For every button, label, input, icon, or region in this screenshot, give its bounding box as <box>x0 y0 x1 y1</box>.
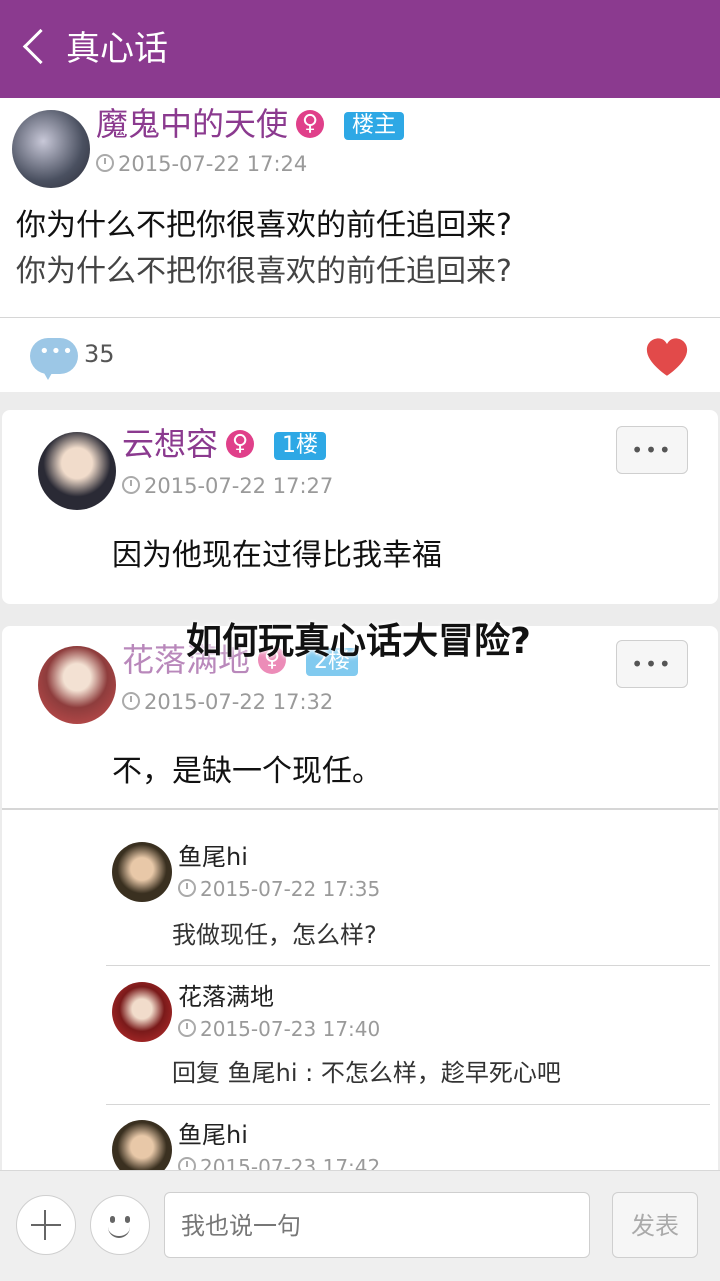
plus-icon-bar <box>31 1224 61 1226</box>
clock-icon <box>122 476 140 494</box>
reply-content: 因为他现在过得比我幸福 <box>112 538 442 573</box>
more-button[interactable]: ••• <box>616 640 688 688</box>
smiley-icon-mouth <box>108 1226 130 1238</box>
post-author[interactable]: 魔鬼中的天使 <box>96 104 288 144</box>
divider <box>106 965 710 966</box>
avatar[interactable] <box>38 432 116 510</box>
avatar[interactable] <box>112 842 172 902</box>
clock-icon <box>178 879 196 897</box>
comment-input[interactable]: 我也说一句 <box>164 1192 590 1258</box>
overlay-title: 如何玩真心话大冒险? <box>186 621 531 662</box>
reply-card: 云想容 ♀ 1楼 2015-07-22 17:27 ••• 因为他现在过得比我幸… <box>2 410 718 604</box>
post-line-1: 你为什么不把你很喜欢的前任追回来? <box>16 208 512 243</box>
floor-badge: 1楼 <box>274 432 326 460</box>
back-arrow-icon[interactable] <box>22 28 59 65</box>
reply-author[interactable]: 云想容 <box>122 424 218 464</box>
reply-content: 不，是缺一个现任。 <box>112 754 382 789</box>
sub-reply-author[interactable]: 鱼尾hi <box>178 1120 248 1150</box>
comment-icon-tail <box>40 366 56 380</box>
avatar[interactable] <box>112 982 172 1042</box>
sub-reply-author[interactable]: 花落满地 <box>178 982 274 1012</box>
avatar[interactable] <box>12 110 90 188</box>
sub-reply-content: 回复 鱼尾hi : 不怎么样，趁早死心吧 <box>172 1059 561 1087</box>
reply-time: 2015-07-22 17:32 <box>122 688 333 716</box>
post-time: 2015-07-22 17:24 <box>96 150 307 178</box>
post-line-2: 你为什么不把你很喜欢的前任追回来? <box>16 254 512 289</box>
top-bar: 真心话 <box>0 0 720 98</box>
divider <box>106 1104 710 1105</box>
clock-icon <box>96 154 114 172</box>
page-title: 真心话 <box>66 29 168 69</box>
smiley-icon-eye <box>125 1216 130 1223</box>
avatar[interactable] <box>38 646 116 724</box>
sub-reply-content: 我做现任，怎么样? <box>172 921 377 949</box>
send-button[interactable]: 发表 <box>612 1192 698 1258</box>
female-icon: ♀ <box>296 110 324 138</box>
original-post: 魔鬼中的天使 ♀ 楼主 2015-07-22 17:24 你为什么不把你很喜欢的… <box>0 98 720 318</box>
sub-reply-time: 2015-07-23 17:40 <box>178 1016 380 1042</box>
reply-card: 花落满地 ♀ 2楼 2015-07-22 17:32 ••• 不，是缺一个现任。 <box>2 626 718 1186</box>
more-button[interactable]: ••• <box>616 426 688 474</box>
clock-icon <box>122 692 140 710</box>
smiley-icon <box>110 1216 115 1223</box>
clock-icon <box>178 1019 196 1037</box>
add-button[interactable] <box>16 1195 76 1255</box>
sub-reply-time: 2015-07-22 17:35 <box>178 876 380 902</box>
comment-count: 35 <box>84 340 115 368</box>
female-icon: ♀ <box>226 430 254 458</box>
emoji-button[interactable] <box>90 1195 150 1255</box>
owner-badge: 楼主 <box>344 112 405 140</box>
divider <box>2 808 718 810</box>
sub-reply-author[interactable]: 鱼尾hi <box>178 842 248 872</box>
heart-icon[interactable] <box>644 334 690 380</box>
reply-time: 2015-07-22 17:27 <box>122 472 333 500</box>
